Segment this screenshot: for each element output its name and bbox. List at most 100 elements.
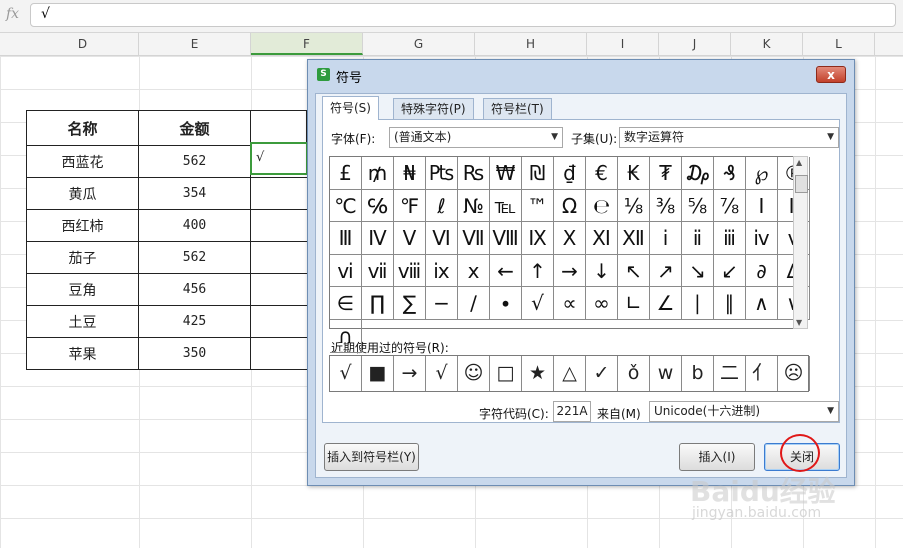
subset-select[interactable]: 数字运算符 ▼ (619, 127, 839, 148)
symbol-cell[interactable]: ∥ (714, 287, 746, 320)
recent-symbol-cell[interactable]: ✓ (586, 356, 618, 391)
symbol-cell[interactable]: → (554, 254, 586, 288)
symbol-cell[interactable]: ⅹ (458, 254, 490, 288)
symbol-cell[interactable]: ℮ (586, 189, 618, 223)
amount-cell[interactable]: 400 (138, 209, 251, 242)
symbol-cell[interactable]: № (458, 189, 490, 223)
symbol-cell[interactable]: Ⅳ (362, 222, 394, 255)
symbol-cell[interactable]: ₭ (618, 157, 650, 190)
symbol-cell[interactable]: ⅜ (650, 189, 682, 223)
recent-symbol-cell[interactable]: w (650, 356, 682, 391)
fx-icon[interactable]: fx (6, 6, 19, 22)
amount-cell[interactable]: 562 (138, 241, 251, 274)
symbol-cell[interactable]: Ⅵ (426, 222, 458, 255)
symbol-cell[interactable]: ∠ (650, 287, 682, 320)
symbol-cell[interactable]: ∩ (330, 319, 362, 353)
close-icon[interactable]: x (816, 66, 846, 83)
symbol-cell[interactable]: ₧ (426, 157, 458, 190)
recent-symbol-cell[interactable]: 亻 (746, 356, 778, 391)
from-select[interactable]: Unicode(十六进制) ▼ (649, 401, 839, 422)
symbol-cell[interactable]: ⅲ (714, 222, 746, 255)
symbol-cell[interactable]: ℡ (490, 189, 522, 223)
symbol-cell[interactable]: ™ (522, 189, 554, 223)
symbol-cell[interactable]: ∕ (458, 287, 490, 320)
recent-symbol-cell[interactable]: → (394, 356, 426, 391)
symbol-cell[interactable]: ∣ (682, 287, 714, 320)
symbol-cell[interactable]: ∂ (746, 254, 778, 288)
symbol-cell[interactable]: Ⅸ (522, 222, 554, 255)
item-name-cell[interactable]: 苹果 (26, 337, 139, 370)
recent-symbol-cell[interactable]: ☺ (458, 356, 490, 391)
column-header-i[interactable]: I (587, 33, 659, 55)
item-name-cell[interactable]: 西红柿 (26, 209, 139, 242)
symbol-cell[interactable]: − (426, 287, 458, 320)
amount-cell[interactable]: 350 (138, 337, 251, 370)
symbol-cell[interactable]: ℃ (330, 189, 362, 223)
empty-cell[interactable] (250, 241, 307, 274)
header-amount[interactable]: 金额 (138, 110, 251, 146)
tab-special-chars[interactable]: 特殊字符(P) (393, 98, 474, 119)
recent-symbol-cell[interactable]: □ (490, 356, 522, 391)
symbol-cell[interactable]: £ (330, 157, 362, 190)
amount-cell[interactable]: 562 (138, 145, 251, 178)
symbol-cell[interactable]: Ⅹ (554, 222, 586, 255)
symbol-cell[interactable]: ↑ (522, 254, 554, 288)
symbol-cell[interactable]: ← (490, 254, 522, 288)
symbol-cell[interactable]: ∈ (330, 287, 362, 320)
symbol-cell[interactable]: ⅰ (650, 222, 682, 255)
selected-cell-f[interactable]: √ (250, 142, 308, 175)
symbol-cell[interactable]: ↙ (714, 254, 746, 288)
amount-cell[interactable]: 456 (138, 273, 251, 306)
column-header-f[interactable]: F (251, 33, 363, 55)
insert-to-symbol-bar-button[interactable]: 插入到符号栏(Y) (324, 443, 419, 471)
symbol-cell[interactable]: Ⅲ (330, 222, 362, 255)
symbol-cell[interactable]: ∏ (362, 287, 394, 320)
header-name[interactable]: 名称 (26, 110, 139, 146)
symbol-cell[interactable]: ₮ (650, 157, 682, 190)
symbol-cell[interactable]: ℉ (394, 189, 426, 223)
item-name-cell[interactable]: 西蓝花 (26, 145, 139, 178)
symbol-cell[interactable]: ₥ (362, 157, 394, 190)
symbol-cell[interactable]: ₯ (682, 157, 714, 190)
column-header-h[interactable]: H (475, 33, 587, 55)
symbol-cell[interactable]: ∧ (746, 287, 778, 320)
symbol-cell[interactable]: Ⅺ (586, 222, 618, 255)
symbol-cell[interactable]: ∞ (586, 287, 618, 320)
symbol-cell[interactable]: ⅸ (426, 254, 458, 288)
symbol-cell[interactable]: ↗ (650, 254, 682, 288)
item-name-cell[interactable]: 土豆 (26, 305, 139, 338)
scroll-thumb[interactable] (795, 175, 808, 193)
symbol-cell[interactable]: ₰ (714, 157, 746, 190)
symbol-cell[interactable]: ⅞ (714, 189, 746, 223)
recent-symbol-cell[interactable]: ■ (362, 356, 394, 391)
symbol-cell[interactable]: ⅵ (330, 254, 362, 288)
recent-symbol-cell[interactable]: ☹ (778, 356, 810, 391)
column-header-g[interactable]: G (363, 33, 475, 55)
column-header-l[interactable]: L (803, 33, 875, 55)
column-header-j[interactable]: J (659, 33, 731, 55)
symbol-cell[interactable]: ↘ (682, 254, 714, 288)
symbol-cell[interactable]: ℅ (362, 189, 394, 223)
amount-cell[interactable]: 425 (138, 305, 251, 338)
recent-symbol-cell[interactable]: √ (426, 356, 458, 391)
tab-symbol-bar[interactable]: 符号栏(T) (483, 98, 552, 119)
symbol-scrollbar[interactable]: ▲ ▼ (793, 156, 808, 329)
recent-symbol-cell[interactable]: △ (554, 356, 586, 391)
item-name-cell[interactable]: 茄子 (26, 241, 139, 274)
symbol-cell[interactable]: € (586, 157, 618, 190)
header-blank[interactable] (250, 110, 307, 146)
scroll-up-icon[interactable]: ▲ (796, 158, 802, 167)
symbol-cell[interactable]: ₦ (394, 157, 426, 190)
symbol-cell[interactable]: Ⅶ (458, 222, 490, 255)
column-header-e[interactable]: E (139, 33, 251, 55)
empty-cell[interactable] (250, 337, 307, 370)
symbol-cell[interactable]: ⅷ (394, 254, 426, 288)
symbol-cell[interactable]: ⅱ (682, 222, 714, 255)
symbol-cell[interactable]: ∑ (394, 287, 426, 320)
symbol-cell[interactable]: Ⅷ (490, 222, 522, 255)
symbol-cell[interactable]: ↖ (618, 254, 650, 288)
empty-cell[interactable] (250, 209, 307, 242)
symbol-cell[interactable]: ₫ (554, 157, 586, 190)
tab-symbols[interactable]: 符号(S) (322, 96, 379, 120)
symbol-cell[interactable]: ∟ (618, 287, 650, 320)
